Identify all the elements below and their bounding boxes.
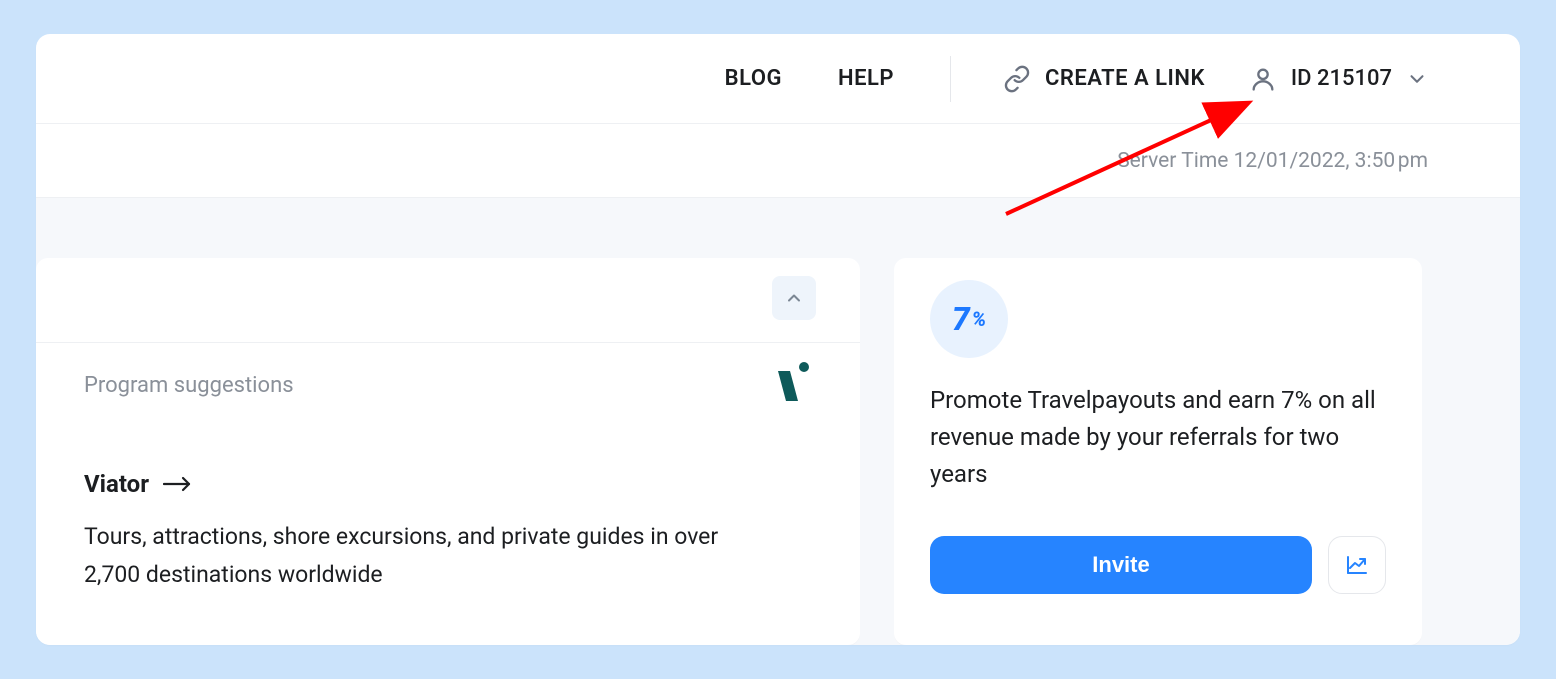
link-icon (1003, 65, 1031, 93)
header: BLOG HELP CREATE A LINK ID 215107 (36, 34, 1520, 124)
badge-number: 7 (952, 300, 970, 338)
program-description: Tours, attractions, shore excursions, an… (84, 518, 764, 594)
help-link[interactable]: HELP (838, 66, 894, 91)
app-window: BLOG HELP CREATE A LINK ID 215107 Server… (36, 34, 1520, 645)
invite-button[interactable]: Invite (930, 536, 1312, 594)
cta-row: Invite (930, 536, 1386, 594)
chart-up-icon (1345, 553, 1369, 577)
program-row: Program suggestions Viator Tours, att (36, 373, 860, 594)
content-area: Program suggestions Viator Tours, att (36, 198, 1520, 645)
header-divider (950, 56, 951, 102)
section-label: Program suggestions (84, 373, 812, 398)
promo-text: Promote Travelpayouts and earn 7% on all… (930, 382, 1386, 494)
chevron-down-icon (1406, 68, 1428, 90)
arrow-right-icon (163, 476, 193, 492)
user-icon (1249, 65, 1277, 93)
chevron-up-icon (784, 288, 804, 308)
program-link[interactable]: Viator (84, 470, 812, 498)
stats-button[interactable] (1328, 536, 1386, 594)
subheader: Server Time 12/01/2022, 3:50 pm (36, 124, 1520, 198)
blog-link[interactable]: BLOG (725, 66, 782, 91)
create-link-label: CREATE A LINK (1045, 66, 1205, 91)
create-link-button[interactable]: CREATE A LINK (1003, 65, 1205, 93)
card-divider (36, 342, 860, 343)
program-suggestions-card: Program suggestions Viator Tours, att (36, 258, 860, 645)
user-id-label: ID 215107 (1291, 66, 1392, 91)
seven-percent-badge: 7% (930, 280, 1008, 358)
program-name: Viator (84, 470, 149, 498)
viator-logo (776, 361, 812, 405)
server-time-label: Server Time 12/01/2022, 3:50 pm (1117, 149, 1428, 173)
badge-percent: % (972, 307, 986, 331)
collapse-button[interactable] (772, 276, 816, 320)
user-menu[interactable]: ID 215107 (1249, 65, 1428, 93)
referral-card: 7% Promote Travelpayouts and earn 7% on … (894, 258, 1422, 645)
